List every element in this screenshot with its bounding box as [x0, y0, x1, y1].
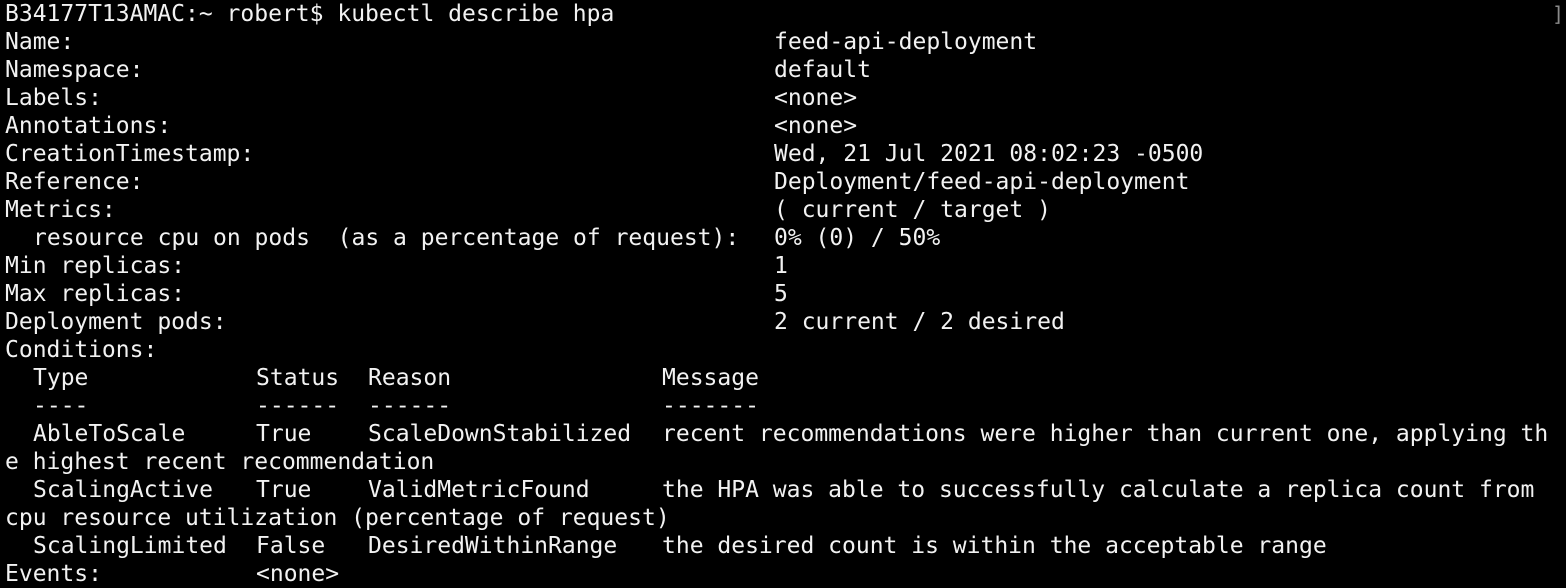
field-key: Metrics: [5, 197, 116, 223]
condition-status: True [256, 477, 312, 503]
underline-reason: ------ [368, 393, 452, 419]
field-value: default [774, 57, 871, 83]
field-row-annotations: Annotations: <none> [5, 112, 1566, 140]
field-key: Annotations: [5, 113, 172, 139]
header-type: Type [33, 365, 89, 391]
condition-message: recent recommendations were higher than … [662, 421, 1549, 447]
conditions-header-row: Type Status Reason Message [5, 364, 1566, 392]
field-row-reference: Reference: Deployment/feed-api-deploymen… [5, 168, 1566, 196]
header-status: Status [256, 365, 340, 391]
condition-type: ScalingActive [33, 477, 214, 503]
underline-type: ---- [33, 393, 89, 419]
condition-row-scaling-limited: ScalingLimited False DesiredWithinRange … [5, 532, 1566, 560]
field-value: feed-api-deployment [774, 29, 1038, 55]
condition-status: False [256, 533, 326, 559]
condition-reason: DesiredWithinRange [368, 533, 618, 559]
field-key: Min replicas: [5, 253, 186, 279]
field-value: <none> [774, 113, 858, 139]
condition-reason: ScaleDownStabilized [368, 421, 632, 447]
condition-row-scaling-active: ScalingActive True ValidMetricFound the … [5, 476, 1566, 504]
events-key: Events: [5, 561, 102, 587]
underline-message: ------- [662, 393, 759, 419]
field-row-name: Name: feed-api-deployment [5, 28, 1566, 56]
field-key: Reference: [5, 169, 144, 195]
metric-row-cpu: resource cpu on pods (as a percentage of… [5, 224, 1566, 252]
field-row-deployment-pods: Deployment pods: 2 current / 2 desired [5, 308, 1566, 336]
field-row-min-replicas: Min replicas: 1 [5, 252, 1566, 280]
conditions-underline-row: ---- ------ ------ ------- [5, 392, 1566, 420]
field-value: 2 current / 2 desired [774, 309, 1065, 335]
field-key: Max replicas: [5, 281, 186, 307]
header-reason: Reason [368, 365, 452, 391]
metric-key: resource cpu on pods (as a percentage of… [33, 225, 740, 251]
field-value: 1 [774, 253, 788, 279]
condition-reason: ValidMetricFound [368, 477, 590, 503]
field-value: Wed, 21 Jul 2021 08:02:23 -0500 [774, 141, 1204, 167]
field-row-creation-timestamp: CreationTimestamp: Wed, 21 Jul 2021 08:0… [5, 140, 1566, 168]
events-value: <none> [256, 561, 340, 587]
header-message: Message [662, 365, 759, 391]
field-value: 5 [774, 281, 788, 307]
field-key: Name: [5, 29, 75, 55]
field-value: <none> [774, 85, 858, 111]
prompt-line: B34177T13AMAC:~ robert$ kubectl describe… [5, 0, 1566, 28]
condition-status: True [256, 421, 312, 447]
condition-message-wrap: e highest recent recommendation [5, 449, 435, 475]
field-value: ( current / target ) [774, 197, 1051, 223]
field-row-max-replicas: Max replicas: 5 [5, 280, 1566, 308]
condition-row-able-to-scale: AbleToScale True ScaleDownStabilized rec… [5, 420, 1566, 448]
condition-message: the HPA was able to successfully calcula… [662, 477, 1535, 503]
condition-type: ScalingLimited [33, 533, 227, 559]
prompt-command: kubectl describe hpa [337, 1, 615, 27]
conditions-label: Conditions: [5, 337, 158, 363]
condition-message-wrap: cpu resource utilization (percentage of … [5, 505, 670, 531]
field-key: Labels: [5, 85, 102, 111]
events-row: Events: <none> [5, 560, 1566, 588]
terminal-window[interactable]: B34177T13AMAC:~ robert$ kubectl describe… [0, 0, 1566, 588]
field-value: Deployment/feed-api-deployment [774, 169, 1190, 195]
metric-value: 0% (0) / 50% [774, 225, 941, 251]
field-key: Deployment pods: [5, 309, 227, 335]
conditions-label-row: Conditions: [5, 336, 1566, 364]
prompt-host: B34177T13AMAC:~ robert$ [5, 1, 324, 27]
field-key: Namespace: [5, 57, 144, 83]
field-row-labels: Labels: <none> [5, 84, 1566, 112]
field-row-namespace: Namespace: default [5, 56, 1566, 84]
underline-status: ------ [256, 393, 340, 419]
condition-message: the desired count is within the acceptab… [662, 533, 1327, 559]
condition-type: AbleToScale [33, 421, 186, 447]
scroll-marker-icon: ] [1551, 2, 1564, 26]
field-key: CreationTimestamp: [5, 141, 255, 167]
field-row-metrics: Metrics: ( current / target ) [5, 196, 1566, 224]
